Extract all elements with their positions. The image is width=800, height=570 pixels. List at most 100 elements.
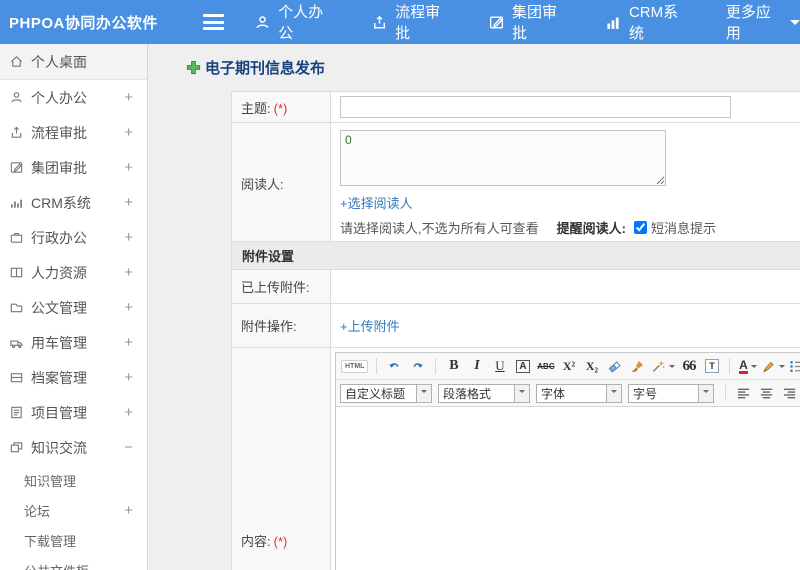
nav-more-apps[interactable]: 更多应用 [726, 1, 800, 43]
subject-input[interactable] [340, 96, 731, 118]
sidebar-subitem-label: 公共文件柜 [24, 561, 133, 570]
sidebar-item-label: 项目管理 [31, 404, 87, 421]
expand-indicator[interactable]: + [124, 124, 133, 141]
italic-button[interactable]: I [466, 356, 487, 377]
ordered-list-icon[interactable] [788, 356, 800, 377]
required-mark: (*) [273, 100, 288, 116]
html-source-button[interactable]: HTML [340, 356, 369, 377]
caret-down-icon [779, 365, 786, 371]
sidebar-item-label: 用车管理 [31, 334, 87, 351]
editor-toolbar-row1: HTML B I U A ABC X² X₂ 66 T A [336, 353, 800, 380]
sidebar-item-group-approval[interactable]: 集团审批 + [0, 150, 147, 185]
sms-notify-checkbox[interactable] [633, 221, 647, 234]
expand-indicator[interactable]: + [124, 194, 133, 211]
expand-indicator[interactable]: + [124, 404, 133, 421]
sidebar-item-label: 个人桌面 [31, 53, 87, 70]
expand-indicator[interactable]: + [124, 299, 133, 316]
attachment-section-header: 附件设置 [231, 241, 800, 270]
sidebar: 个人桌面 个人办公 + 流程审批 + 集团审批 + CRM系统 + 行政办公 +… [0, 44, 148, 570]
sidebar-subitem-label: 论坛 [24, 503, 51, 519]
required-mark: (*) [273, 533, 288, 549]
align-right-icon[interactable] [779, 383, 800, 404]
editor-toolbar-row2: 自定义标题 段落格式 字体 字号 [336, 380, 800, 407]
caret-down-icon [698, 384, 713, 402]
expand-indicator[interactable]: + [124, 369, 133, 386]
align-left-icon[interactable] [733, 383, 754, 404]
expand-indicator[interactable]: + [124, 502, 133, 519]
font-family-select[interactable]: 字体 [536, 383, 622, 403]
paste-text-button[interactable]: T [701, 356, 722, 377]
subscript-button[interactable]: X₂ [581, 356, 602, 377]
sidebar-item-admin-office[interactable]: 行政办公 + [0, 220, 147, 255]
folder-icon [9, 300, 25, 315]
expand-indicator[interactable]: + [124, 89, 133, 106]
editor-content-area[interactable] [336, 407, 800, 570]
sidebar-item-knowledge-exchange[interactable]: 知识交流 − [0, 430, 147, 465]
process-icon [371, 14, 388, 31]
nav-label: CRM系统 [628, 4, 679, 42]
expand-indicator[interactable]: + [124, 159, 133, 176]
sidebar-item-document-mgmt[interactable]: 公文管理 + [0, 290, 147, 325]
sidebar-item-workflow-approval[interactable]: 流程审批 + [0, 115, 147, 150]
strikethrough-button[interactable]: ABC [535, 356, 556, 377]
auto-typeset-icon[interactable] [650, 356, 676, 377]
sidebar-item-archive-mgmt[interactable]: 档案管理 + [0, 360, 147, 395]
nav-personal-office[interactable]: 个人办公 [254, 1, 335, 43]
redo-icon[interactable] [407, 356, 428, 377]
blockquote-button[interactable]: 66 [678, 356, 699, 377]
sidebar-subitem-download-mgmt[interactable]: 下载管理 [0, 525, 147, 555]
upload-attachment-link[interactable]: +上传附件 [340, 319, 400, 334]
eraser-icon[interactable] [604, 356, 625, 377]
underline-button[interactable]: U [489, 356, 510, 377]
sidebar-item-crm[interactable]: CRM系统 + [0, 185, 147, 220]
font-color-button[interactable]: A [737, 356, 758, 377]
nav-crm-system[interactable]: CRM系统 [605, 1, 690, 43]
rich-text-editor: HTML B I U A ABC X² X₂ 66 T A 自定义标题 段落格式… [335, 352, 800, 570]
sidebar-item-vehicle-mgmt[interactable]: 用车管理 + [0, 325, 147, 360]
expand-indicator[interactable]: + [124, 229, 133, 246]
highlight-color-icon[interactable] [760, 356, 786, 377]
edit-icon [9, 160, 25, 175]
sidebar-item-personal-desktop[interactable]: 个人桌面 [0, 44, 147, 80]
expand-indicator[interactable]: + [124, 334, 133, 351]
sidebar-item-hr[interactable]: 人力资源 + [0, 255, 147, 290]
nav-label: 更多应用 [725, 4, 771, 42]
readers-textarea[interactable]: 0 [340, 130, 666, 186]
font-border-button[interactable]: A [512, 356, 533, 377]
subject-label: 主题: [241, 100, 271, 116]
caret-down-icon [416, 384, 431, 402]
nav-workflow-approval[interactable]: 流程审批 [371, 1, 452, 43]
sidebar-item-label: 行政办公 [31, 229, 87, 246]
sidebar-subitem-knowledge-mgmt[interactable]: 知识管理 [0, 465, 147, 495]
select-readers-link[interactable]: +选择阅读人 [340, 193, 800, 212]
sidebar-subitem-forum[interactable]: 论坛 + [0, 495, 147, 525]
caret-down-icon [514, 384, 529, 402]
align-center-icon[interactable] [756, 383, 777, 404]
nav-label: 个人办公 [278, 4, 324, 42]
app-title: PHPOA协同办公软件 [9, 14, 158, 32]
top-header: PHPOA协同办公软件 个人办公 流程审批 集团审批 CRM系统 更多应用 [0, 0, 800, 44]
custom-title-select[interactable]: 自定义标题 [340, 383, 432, 403]
paragraph-format-select[interactable]: 段落格式 [438, 383, 530, 403]
attachment-op-label: 附件操作: [231, 303, 331, 348]
sidebar-item-personal-office[interactable]: 个人办公 + [0, 80, 147, 115]
superscript-button[interactable]: X² [558, 356, 579, 377]
font-size-select[interactable]: 字号 [628, 383, 714, 403]
bold-button[interactable]: B [443, 356, 464, 377]
subject-field-cell [330, 91, 800, 123]
sidebar-item-label: 档案管理 [31, 369, 87, 386]
menu-toggle-icon[interactable] [202, 14, 225, 30]
sidebar-subitem-public-file-cabinet[interactable]: 公共文件柜 [0, 555, 147, 570]
subject-label-cell: 主题: (*) [231, 91, 331, 123]
collapse-indicator[interactable]: − [124, 439, 133, 456]
sidebar-item-project-mgmt[interactable]: 项目管理 + [0, 395, 147, 430]
nav-group-approval[interactable]: 集团审批 [488, 1, 569, 43]
sidebar-item-label: 集团审批 [31, 159, 87, 176]
caret-down-icon [790, 19, 800, 30]
sidebar-item-label: CRM系统 [31, 194, 91, 211]
expand-indicator[interactable]: + [124, 264, 133, 281]
format-brush-icon[interactable] [627, 356, 648, 377]
readers-hint: 请选择阅读人,不选为所有人可查看 [340, 221, 539, 236]
undo-icon[interactable] [384, 356, 405, 377]
nav-label: 流程审批 [395, 4, 441, 42]
